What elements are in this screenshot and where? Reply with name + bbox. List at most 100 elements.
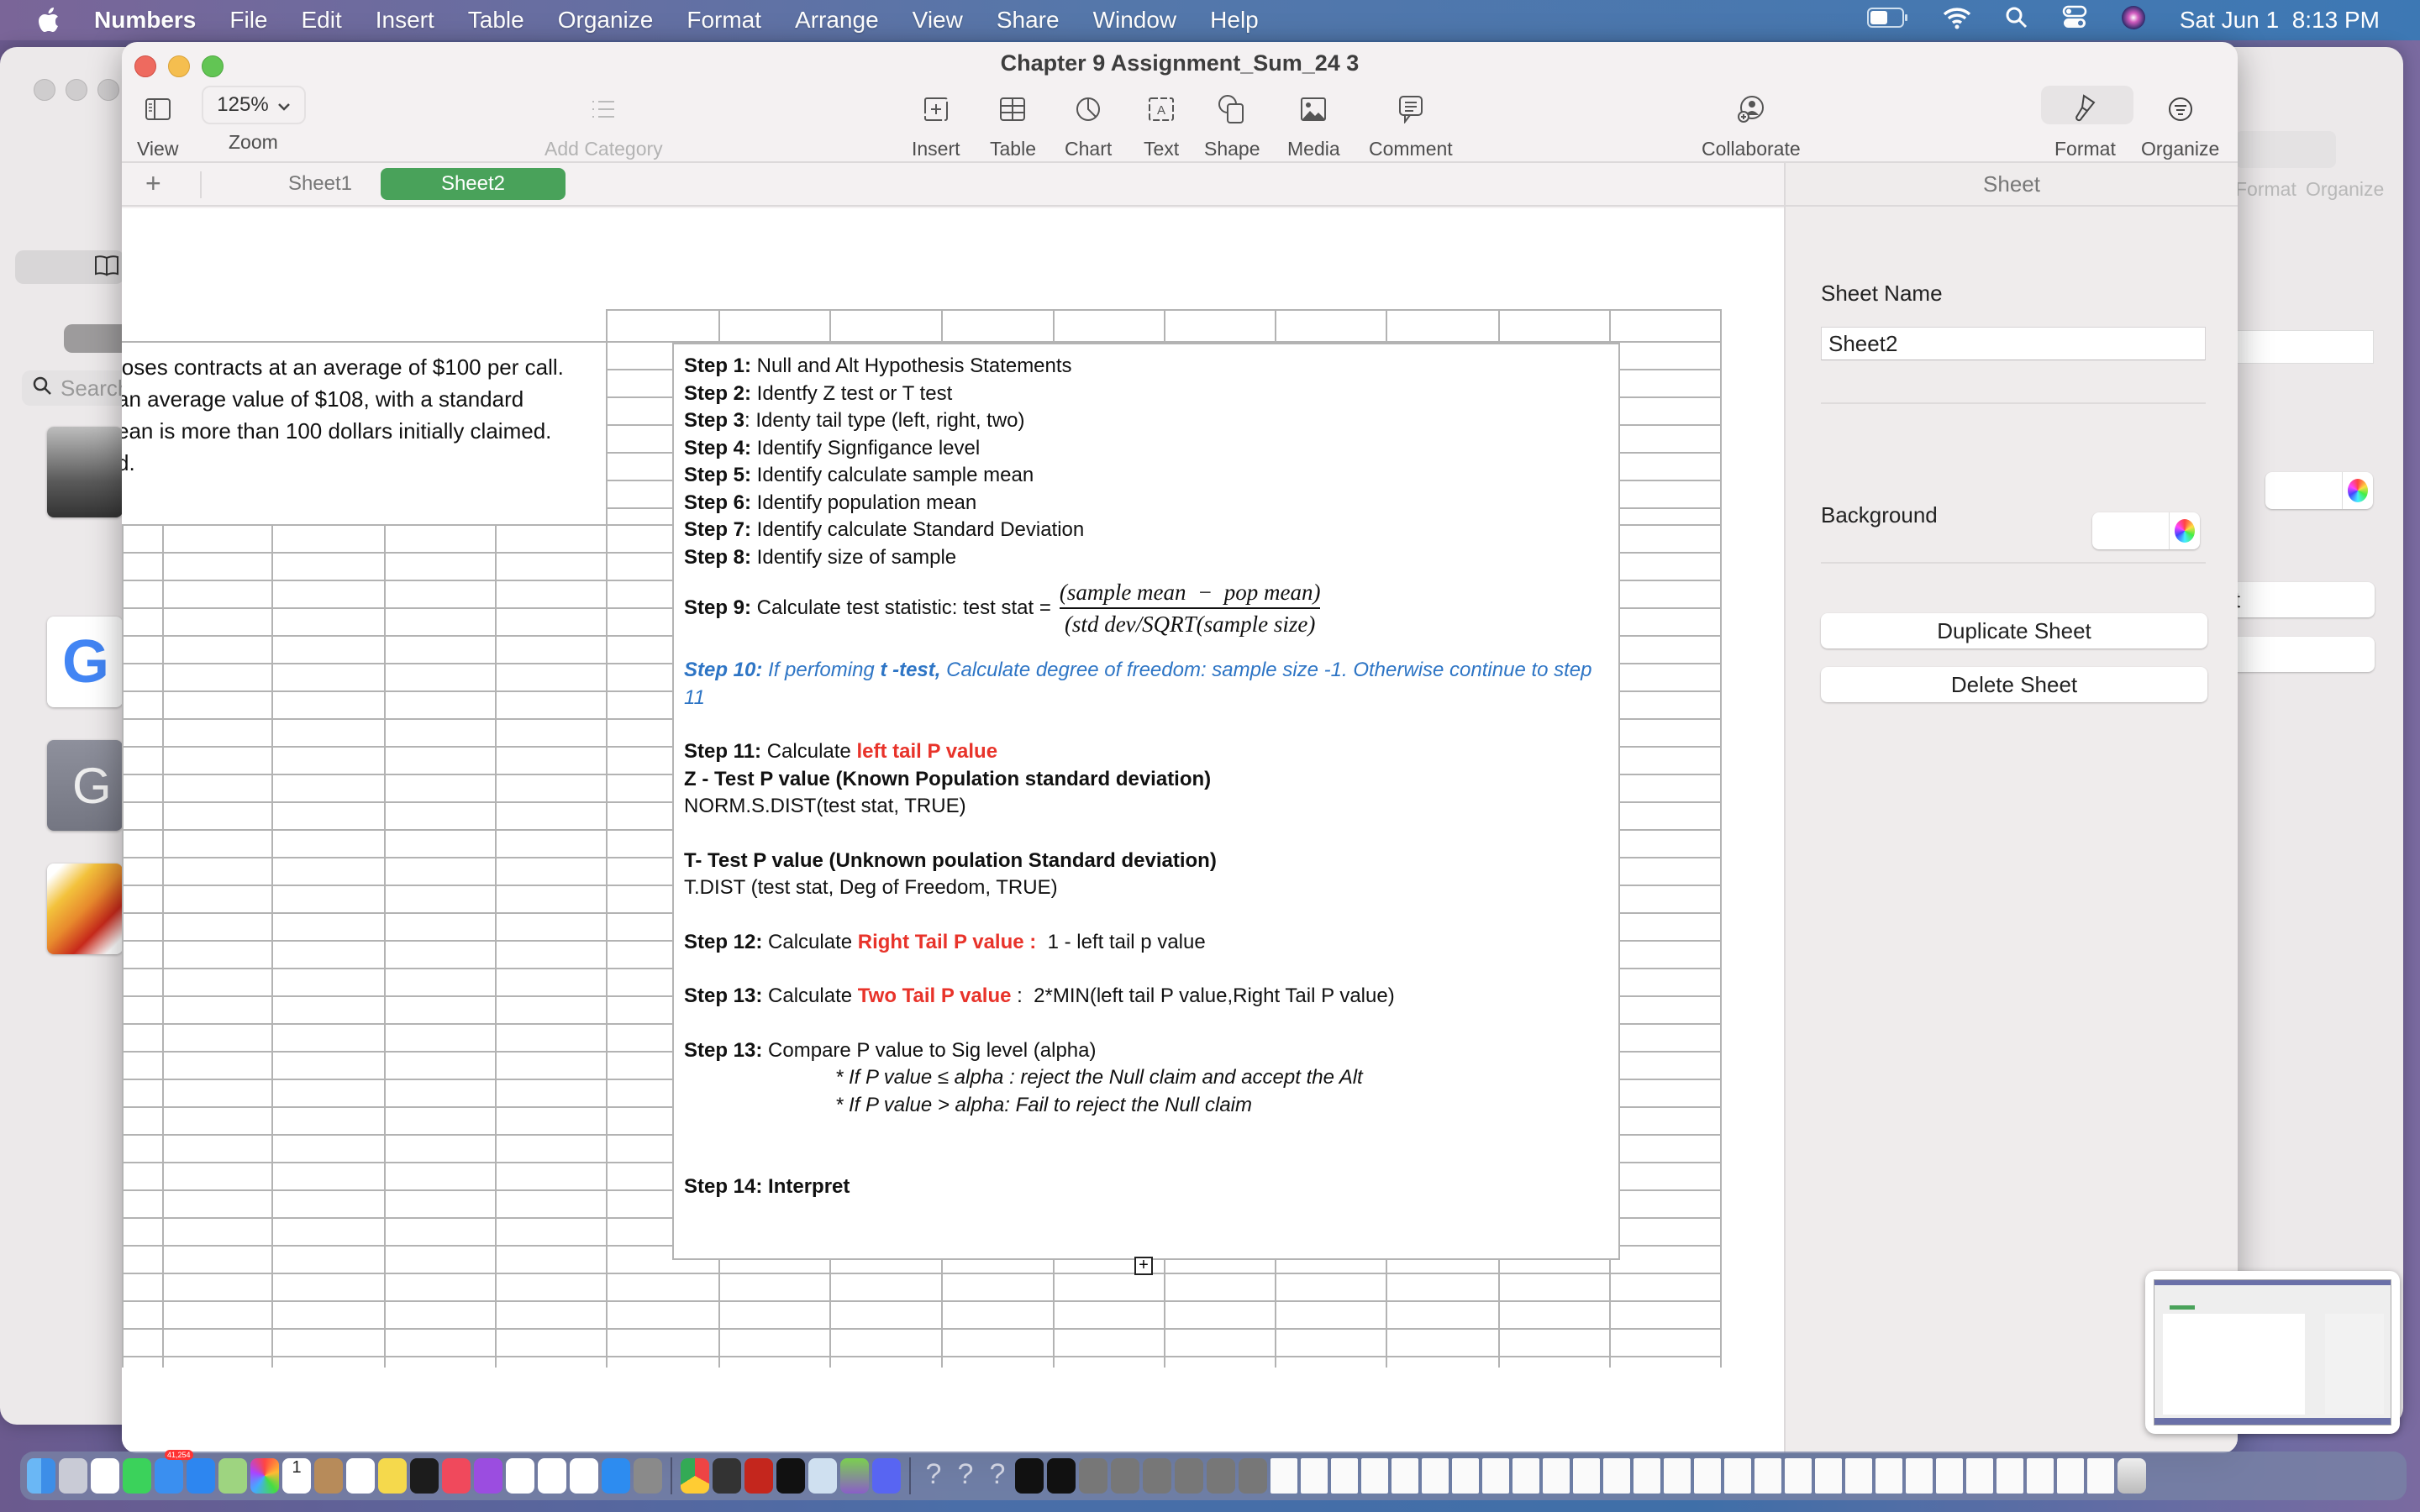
document-icon[interactable] [1876,1458,1902,1494]
document-icon[interactable] [1724,1458,1751,1494]
document-icon[interactable] [1936,1458,1963,1494]
bg-segment-button[interactable] [64,324,131,353]
music-icon[interactable] [442,1458,471,1494]
chrome-icon[interactable] [681,1458,709,1494]
menu-view[interactable]: View [913,7,963,34]
tv-icon[interactable] [410,1458,439,1494]
clock[interactable]: Sat Jun 1 8:13 PM [2180,7,2380,34]
document-icon[interactable] [1966,1458,1993,1494]
bg-search-field[interactable]: Search [22,370,131,406]
document-icon[interactable] [1422,1458,1449,1494]
document-icon[interactable] [1664,1458,1691,1494]
bg-organize-label[interactable]: Organize [2306,178,2384,201]
document-icon[interactable] [1512,1458,1539,1494]
color-wheel-icon[interactable] [2175,519,2195,543]
format-button[interactable]: Format [2054,91,2116,160]
collaborate-button[interactable]: Collaborate [1702,91,1801,160]
document-icon[interactable] [1573,1458,1600,1494]
delete-sheet-button[interactable]: Delete Sheet [1821,667,2207,702]
system-preferences-icon[interactable] [634,1458,662,1494]
document-icon[interactable] [2087,1458,2114,1494]
media-button[interactable]: Media [1287,91,1340,160]
add-category-button[interactable]: Add Category [544,91,663,160]
maps-icon[interactable] [218,1458,247,1494]
document-icon[interactable] [1996,1458,2023,1494]
document-icon[interactable] [2027,1458,2054,1494]
document-icon[interactable] [1361,1458,1388,1494]
messages-icon[interactable] [123,1458,151,1494]
document-icon[interactable] [1694,1458,1721,1494]
tab-sheet2[interactable]: Sheet2 [381,168,566,200]
notes-icon[interactable] [378,1458,407,1494]
document-icon[interactable] [1603,1458,1630,1494]
chart-button[interactable]: Chart [1065,91,1112,160]
menu-window[interactable]: Window [1093,7,1177,34]
document-icon[interactable] [1845,1458,1872,1494]
document-icon[interactable] [1906,1458,1933,1494]
table-button[interactable]: Table [990,91,1036,160]
view-button[interactable]: View [137,91,178,160]
quicktime-icon[interactable] [713,1458,741,1494]
keynote-icon[interactable] [91,1458,119,1494]
bg-close-button[interactable] [34,79,55,101]
siri-icon[interactable] [2121,5,2146,36]
recent-window-thumbnail[interactable] [1207,1458,1235,1494]
calendar-icon[interactable]: 1 [282,1458,311,1494]
document-icon[interactable] [1815,1458,1842,1494]
menu-organize[interactable]: Organize [558,7,654,34]
document-icon[interactable] [1754,1458,1781,1494]
menu-edit[interactable]: Edit [302,7,342,34]
finder-icon[interactable] [27,1458,55,1494]
contacts-icon[interactable] [314,1458,343,1494]
document-icon[interactable] [1270,1458,1297,1494]
discord-icon[interactable] [872,1458,901,1494]
sheet-name-input[interactable]: Sheet2 [1821,327,2206,360]
battery-icon[interactable] [1866,7,1909,34]
photos-icon[interactable] [250,1458,279,1494]
document-icon[interactable] [1392,1458,1418,1494]
pages-icon[interactable] [570,1458,598,1494]
zoom-dropdown[interactable]: 125% [202,86,306,124]
menu-help[interactable]: Help [1210,7,1259,34]
document-icon[interactable] [1543,1458,1570,1494]
menu-arrange[interactable]: Arrange [795,7,879,34]
recent-window-thumbnail[interactable] [1239,1458,1267,1494]
document-icon[interactable] [1785,1458,1812,1494]
menu-table[interactable]: Table [468,7,524,34]
mail-icon[interactable]: 41,254 [155,1450,193,1494]
recent-window-thumbnail[interactable] [1111,1458,1139,1494]
menu-file[interactable]: File [229,7,267,34]
reminders-icon[interactable] [346,1458,375,1494]
unknown-app-icon[interactable]: ? [919,1458,948,1494]
menu-format[interactable]: Format [687,7,761,34]
sheet-canvas[interactable]: loses contracts at an average of $100 pe… [122,208,1784,1453]
bg-background-color-well[interactable] [2265,472,2373,509]
document-icon[interactable] [1331,1458,1358,1494]
numbers-icon[interactable] [538,1458,566,1494]
menu-insert[interactable]: Insert [376,7,434,34]
question-text-box[interactable]: loses contracts at an average of $100 pe… [122,343,606,523]
recent-window-thumbnail[interactable] [1143,1458,1171,1494]
apple-menu-icon[interactable] [32,7,66,34]
bg-zoom-button[interactable] [97,79,119,101]
installer-icon[interactable] [840,1458,869,1494]
organize-button[interactable]: Organize [2141,91,2219,160]
document-icon[interactable] [1452,1458,1479,1494]
acrobat-icon[interactable] [744,1458,773,1494]
news-icon[interactable] [506,1458,534,1494]
terminal-icon[interactable] [776,1458,805,1494]
menu-app-name[interactable]: Numbers [94,7,196,34]
bg-format-tab[interactable] [2235,131,2336,168]
background-color-well[interactable] [2092,512,2200,549]
preview-icon[interactable] [808,1458,837,1494]
bg-thumbnail-map[interactable] [47,864,123,954]
document-icon[interactable] [1301,1458,1328,1494]
shape-button[interactable]: Shape [1204,91,1260,160]
add-sheet-button[interactable]: + [145,168,161,199]
search-icon[interactable] [2005,6,2028,35]
unknown-app-icon[interactable]: ? [951,1458,980,1494]
unknown-app-icon[interactable]: ? [983,1458,1012,1494]
document-icon[interactable] [2057,1458,2084,1494]
comment-button[interactable]: Comment [1369,91,1453,160]
control-center-icon[interactable] [2062,5,2087,36]
